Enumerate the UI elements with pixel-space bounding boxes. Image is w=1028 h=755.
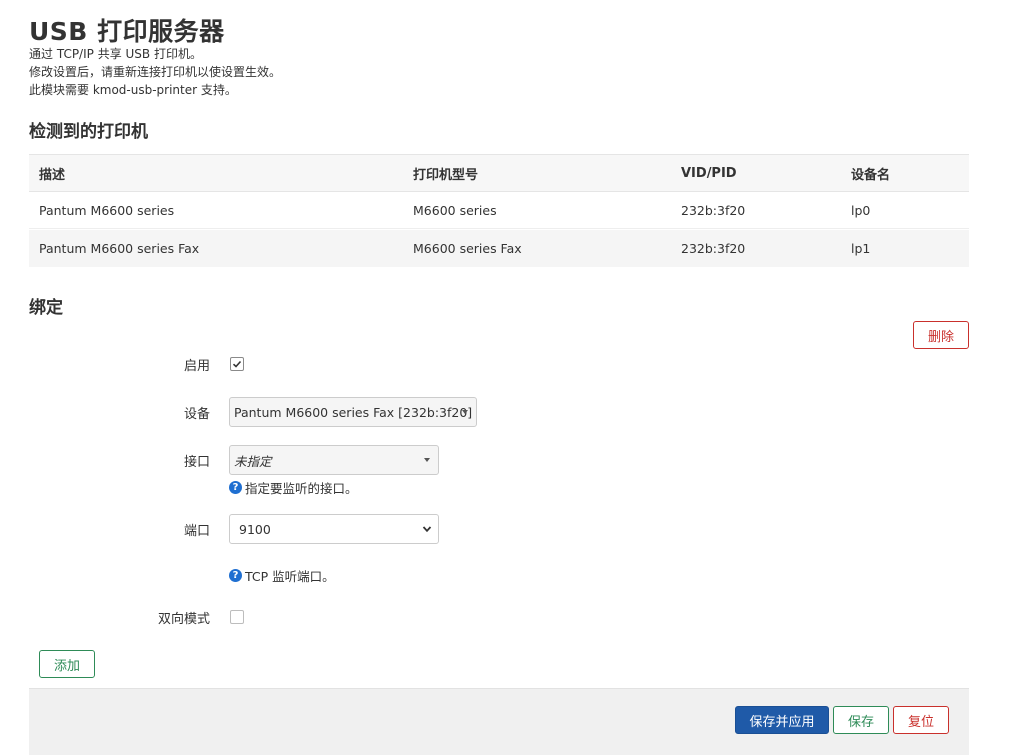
page-description-line: 通过 TCP/IP 共享 USB 打印机。	[29, 47, 202, 61]
interface-select-value: 未指定	[234, 453, 272, 469]
check-icon	[232, 360, 242, 368]
caret-down-icon	[462, 410, 468, 414]
section-title-binding: 绑定	[29, 298, 63, 318]
page-title: USB 打印服务器	[29, 17, 225, 46]
save-button[interactable]: 保存	[833, 706, 889, 734]
table-row: Pantum M6600 series M6600 series 232b:3f…	[29, 192, 969, 229]
table-cell-device-name: lp1	[851, 241, 871, 256]
port-select-value: 9100	[239, 521, 271, 537]
add-button[interactable]: 添加	[39, 650, 95, 678]
table-cell-model: M6600 series	[413, 202, 497, 218]
chevron-down-icon	[422, 526, 432, 533]
column-header-description: 描述	[39, 167, 66, 183]
info-icon: ?	[229, 569, 242, 582]
table-cell-description: Pantum M6600 series Fax	[39, 241, 200, 256]
delete-button[interactable]: 删除	[913, 321, 969, 349]
interface-label: 接口	[183, 455, 210, 470]
column-header-device-name: 设备名	[851, 167, 891, 183]
interface-select[interactable]: 未指定	[229, 445, 439, 475]
device-label: 设备	[183, 407, 210, 422]
table-cell-vidpid: 232b:3f20	[681, 202, 746, 218]
device-select[interactable]: Pantum M6600 series Fax [232b:3f20]	[229, 397, 477, 427]
enable-label: 启用	[183, 359, 210, 374]
interface-hint: ? 指定要监听的接口。	[229, 478, 358, 497]
port-hint-text: TCP 监听端口。	[245, 569, 335, 584]
column-header-vidpid: VID/PID	[681, 165, 737, 181]
interface-hint-text: 指定要监听的接口。	[245, 481, 358, 496]
column-header-model: 打印机型号	[413, 167, 479, 183]
bidirectional-mode-label: 双向模式	[157, 612, 210, 627]
section-title-detected-printers: 检测到的打印机	[29, 122, 148, 142]
table-header-row: 描述 打印机型号 VID/PID 设备名	[29, 154, 969, 192]
enable-checkbox[interactable]	[230, 357, 244, 371]
port-hint: ? TCP 监听端口。	[229, 566, 335, 585]
bidirectional-mode-checkbox[interactable]	[230, 610, 244, 624]
port-label: 端口	[183, 524, 210, 539]
page-description-line: 此模块需要 kmod-usb-printer 支持。	[29, 83, 237, 97]
device-select-value: Pantum M6600 series Fax [232b:3f20]	[234, 404, 473, 420]
table-cell-description: Pantum M6600 series	[39, 202, 175, 218]
save-and-apply-button[interactable]: 保存并应用	[735, 706, 829, 734]
info-icon: ?	[229, 481, 242, 494]
table-cell-vidpid: 232b:3f20	[681, 241, 746, 256]
reset-button[interactable]: 复位	[893, 706, 949, 734]
caret-down-icon	[424, 458, 430, 462]
table-cell-model: M6600 series Fax	[413, 241, 522, 256]
page-description-line: 修改设置后，请重新连接打印机以使设置生效。	[29, 65, 282, 79]
port-select[interactable]: 9100	[229, 514, 439, 544]
table-row: Pantum M6600 series Fax M6600 series Fax…	[29, 230, 969, 267]
table-cell-device-name: lp0	[851, 202, 871, 218]
